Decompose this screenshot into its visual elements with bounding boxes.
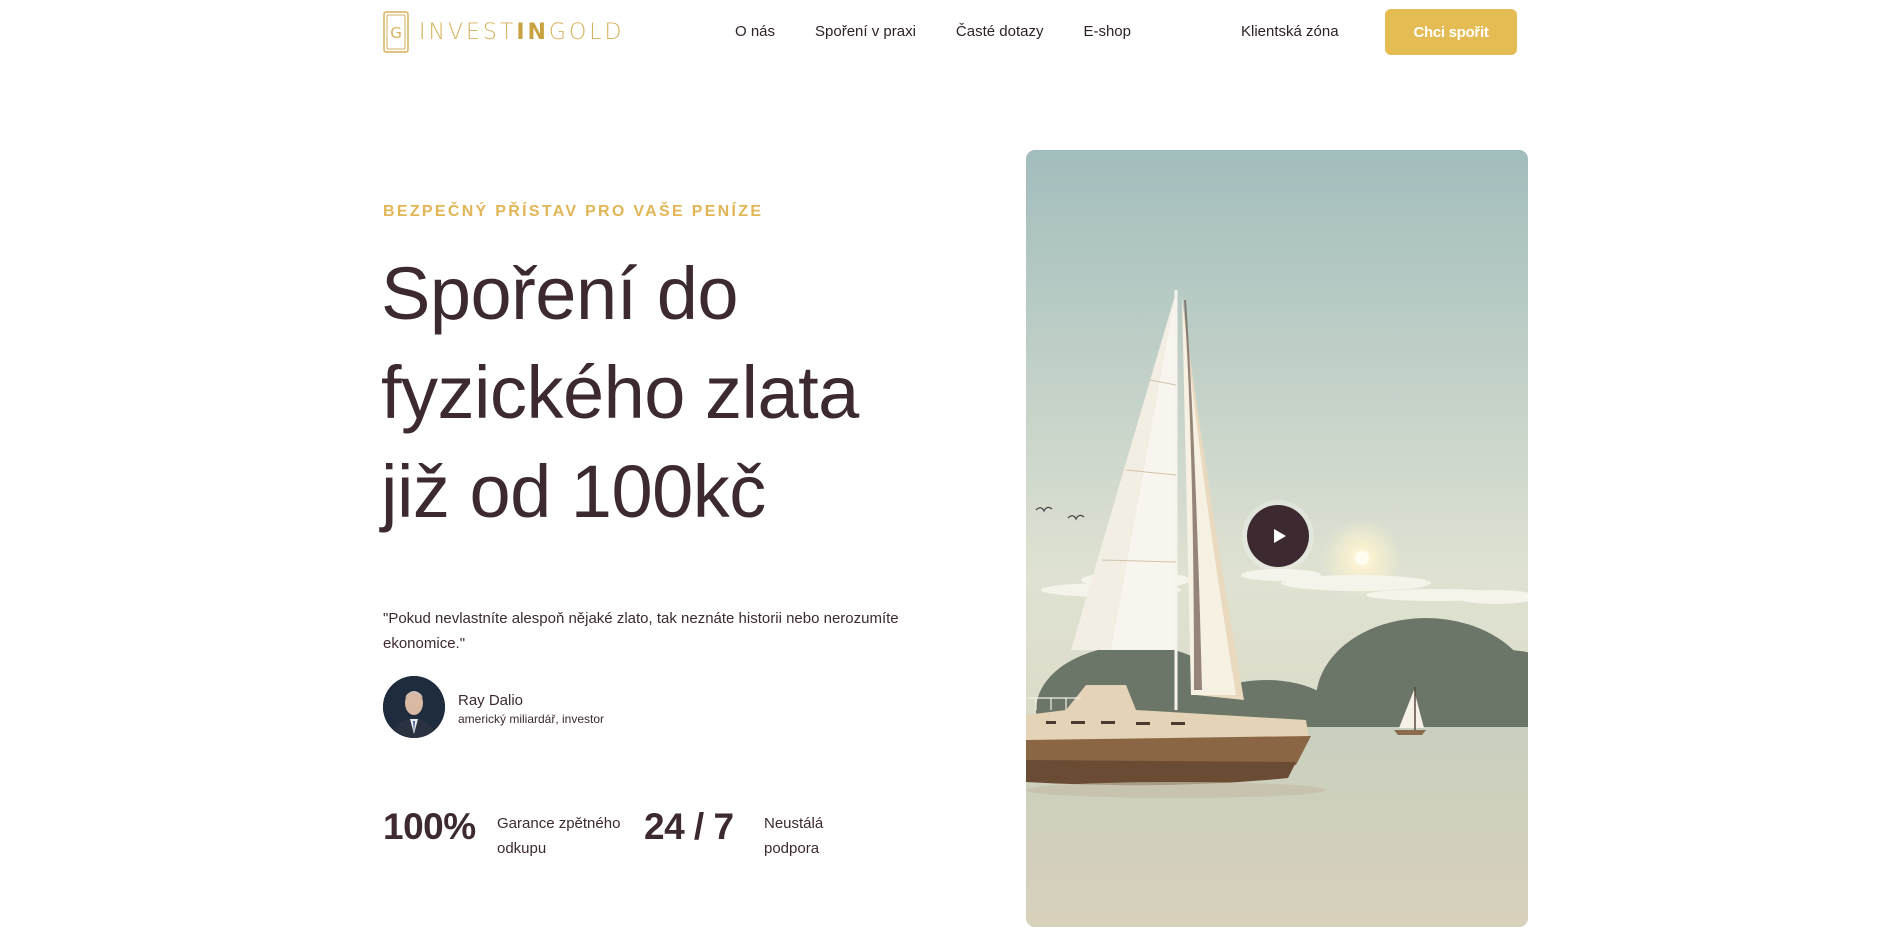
hero-headline: Spoření do fyzického zlata již od 100kč [381,252,859,533]
logo-g-icon: G [383,11,409,53]
nav-item-faq[interactable]: Časté dotazy [956,20,1044,44]
author-avatar [383,676,445,738]
stat-value-support: 24 / 7 [644,806,734,847]
play-video-button[interactable] [1242,500,1314,572]
start-saving-button[interactable]: Chci spořit [1385,9,1517,55]
nav-item-eshop[interactable]: E-shop [1083,20,1131,44]
svg-text:G: G [390,24,402,42]
nav-item-about[interactable]: O nás [735,20,775,44]
hero-eyebrow: BEZPEČNÝ PŘÍSTAV PRO VAŠE PENÍZE [383,203,764,220]
main-nav: O nás Spoření v praxi Časté dotazy E-sho… [735,20,1171,44]
author-role: americký miliardář, investor [458,712,605,726]
play-icon [1247,505,1309,567]
client-zone-link[interactable]: Klientská zóna [1241,20,1339,44]
author-name: Ray Dalio [458,692,524,709]
hero-quote: "Pokud nevlastníte alespoň nějaké zlato,… [383,610,899,652]
stat-label-support: Neustálá podpora [764,815,824,857]
nav-item-saving-practice[interactable]: Spoření v praxi [815,20,916,44]
logo[interactable]: G INVESTINGOLD [383,11,624,53]
logo-text: INVESTINGOLD [419,19,625,45]
stat-label-buyback: Garance zpětného odkupu [497,815,621,857]
stat-value-buyback: 100% [383,806,476,847]
